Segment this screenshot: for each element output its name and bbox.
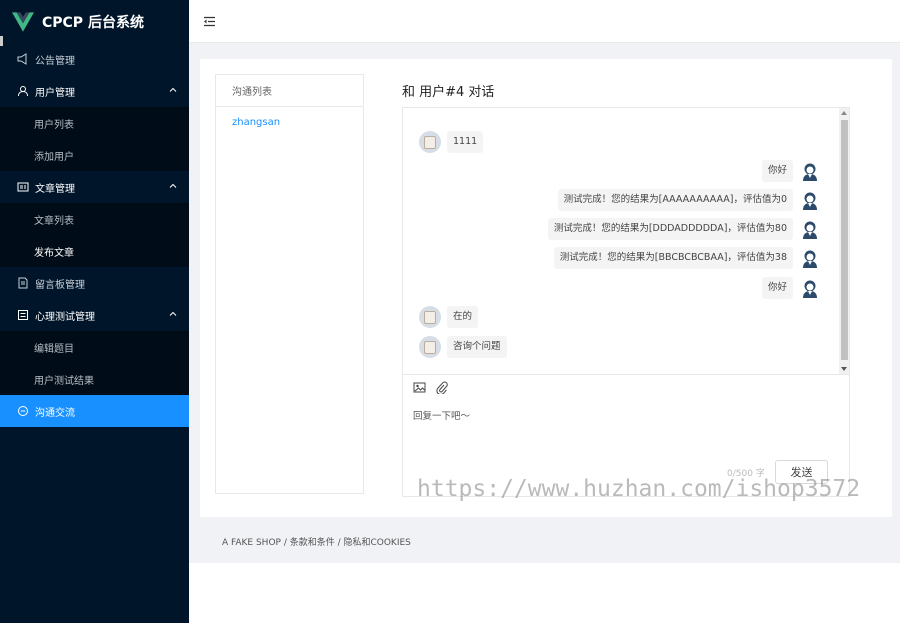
input-toolbar [403,374,849,400]
user-avatar [419,306,441,328]
conversation-list-title: 沟通列表 [216,75,363,107]
message-bubble: 测试完成！您的结果为[AAAAAAAAAA]，评估值为0 [557,189,793,211]
sidebar: CPCP 后台系统 公告管理 用户管理 用户列表 添加用户 文章管理 文章列表 … [0,0,189,623]
chat-title: 和 用户#4 对话 [402,85,495,100]
message-bubble: 在的 [447,306,479,328]
menu-label: 文章列表 [34,215,74,227]
message-bubble: 你好 [761,277,793,299]
message-bubble: 你好 [761,160,793,182]
menu-label: 沟通交流 [35,407,75,419]
menu-item-psych-tests[interactable]: 心理测试管理 [0,299,189,331]
attachment-icon[interactable] [435,381,448,394]
scroll-down-arrow-icon[interactable] [841,366,847,372]
scroll-thumb[interactable] [841,120,848,360]
message-scrollbar[interactable] [839,108,849,374]
menu-label: 编辑题目 [34,343,74,355]
footer-links[interactable]: A FAKE SHOP / 条款和条件 / 隐私和COOKIES [222,535,411,548]
menu-item-publish-article[interactable]: 发布文章 [0,235,189,267]
menu-item-article-list[interactable]: 文章列表 [0,203,189,235]
app-title: CPCP 后台系统 [42,14,144,31]
message-item: 测试完成！您的结果为[DDDADDDDDA]，评估值为80 [547,218,819,240]
menu-label: 添加用户 [34,151,74,163]
menu-item-edit-questions[interactable]: 编辑题目 [0,331,189,363]
watermark: https://www.huzhan.com/ishop3572 [417,476,861,502]
menu-label: 留言板管理 [35,279,85,291]
menu-item-add-user[interactable]: 添加用户 [0,139,189,171]
submenu-users: 用户列表 添加用户 [0,107,189,171]
menu-label: 用户管理 [35,87,75,99]
article-icon [17,182,29,192]
user-icon [18,86,28,97]
chat-icon [18,406,28,416]
menu-item-communication[interactable]: 沟通交流 [0,395,189,427]
menu-label: 文章管理 [35,183,75,195]
message-item: 测试完成！您的结果为[AAAAAAAAAA]，评估值为0 [557,189,819,211]
menu-label: 公告管理 [35,55,75,67]
chat-panel: 1111 你好 测试完成！您的结果为[AAAAAAAAAA]，评估值为0 测试完… [402,107,850,497]
menu-item-user-list[interactable]: 用户列表 [0,107,189,139]
menu-label: 用户列表 [34,119,74,131]
vue-logo-icon [12,11,34,32]
message-board-icon [18,277,28,289]
menu-label: 心理测试管理 [35,311,95,323]
menu-item-test-results[interactable]: 用户测试结果 [0,363,189,395]
menu-item-users[interactable]: 用户管理 [0,75,189,107]
admin-avatar [803,250,817,268]
menu-item-message-board[interactable]: 留言板管理 [0,267,189,299]
message-item: 在的 [419,306,479,328]
menu-label: 用户测试结果 [34,375,94,387]
admin-avatar [803,221,817,239]
conversation-list: 沟通列表 zhangsan [215,74,364,494]
user-avatar [419,336,441,358]
message-item: 你好 [761,160,819,182]
message-item: 测试完成！您的结果为[BBCBCBCBAA]，评估值为38 [553,247,819,269]
conversation-item[interactable]: zhangsan [216,107,363,137]
message-item: 咨询个问题 [419,336,507,358]
menu-item-articles[interactable]: 文章管理 [0,171,189,203]
message-bubble: 测试完成！您的结果为[BBCBCBCBAA]，评估值为38 [553,247,793,269]
image-icon[interactable] [413,381,426,394]
chevron-up-icon [169,87,177,92]
menu-fold-icon[interactable] [203,16,216,27]
reply-input[interactable] [413,406,833,426]
message-item: 你好 [761,277,819,299]
menu-label: 发布文章 [34,247,74,259]
message-bubble: 咨询个问题 [447,336,507,358]
main-area: 沟通列表 zhangsan 和 用户#4 对话 1111 你好 测试完成！您的结… [189,0,900,623]
message-item: 1111 [419,131,484,153]
admin-avatar [803,163,817,181]
submenu-psych-tests: 编辑题目 用户测试结果 [0,331,189,395]
message-bubble: 测试完成！您的结果为[DDDADDDDDA]，评估值为80 [547,218,793,240]
menu-item-announcements[interactable]: 公告管理 [0,43,189,75]
admin-avatar [803,192,817,210]
test-icon [18,310,28,320]
chevron-up-icon [169,183,177,188]
app-logo[interactable]: CPCP 后台系统 [0,0,189,43]
message-bubble: 1111 [447,131,484,153]
admin-avatar [803,280,817,298]
user-avatar [419,131,441,153]
chat-card: 沟通列表 zhangsan 和 用户#4 对话 1111 你好 测试完成！您的结… [200,59,892,517]
scroll-up-arrow-icon[interactable] [841,110,847,116]
megaphone-icon [17,53,27,65]
top-header [189,0,900,43]
chevron-up-icon [169,311,177,316]
message-list[interactable]: 1111 你好 测试完成！您的结果为[AAAAAAAAAA]，评估值为0 测试完… [403,108,849,374]
submenu-articles: 文章列表 发布文章 [0,203,189,267]
